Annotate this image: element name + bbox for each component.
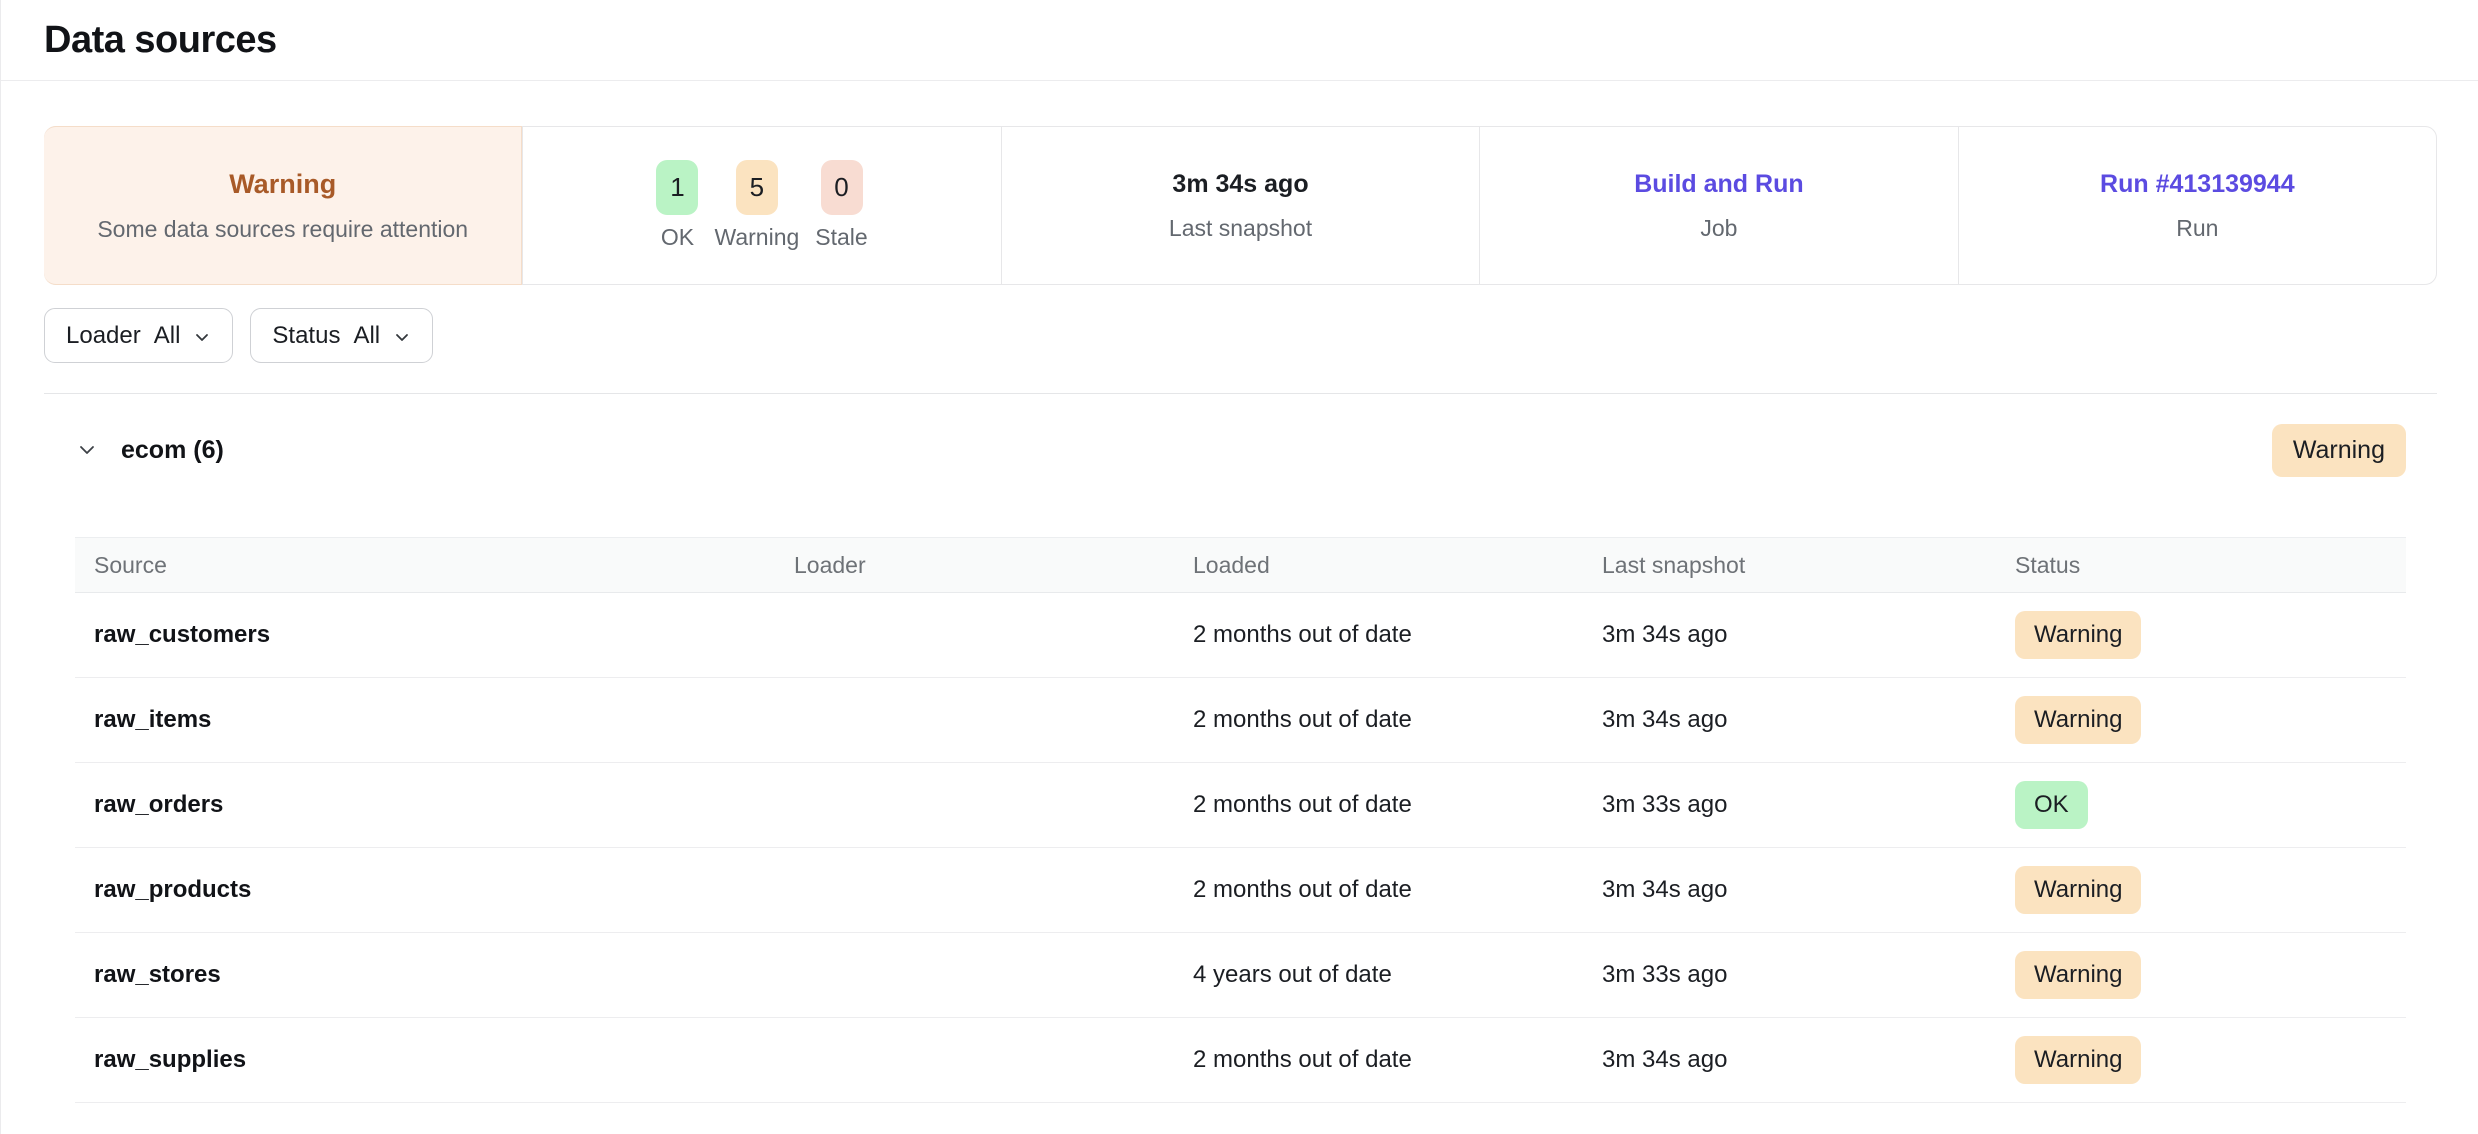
chevron-down-icon [193,328,211,346]
status-counts-card: 1 OK 5 Warning 0 Stale [522,127,1000,284]
overall-status-card: Warning Some data sources require attent… [44,126,522,285]
page-header: Data sources [1,0,2478,81]
last-snapshot-value: 3m 34s ago [1172,170,1308,199]
stale-count-label: Stale [815,224,867,251]
stale-count-pill: 0 [821,160,863,215]
status-badge: OK [2015,781,2088,829]
chevron-down-icon [393,328,411,346]
column-header-status: Status [2015,552,2406,579]
loaded-cell: 4 years out of date [1193,961,1602,989]
filter-bar: Loader All Status All [44,308,2435,363]
table-header: Source Loader Loaded Last snapshot Statu… [75,537,2406,593]
source-name: raw_orders [75,791,794,819]
run-card: Run #413139944 Run [1958,127,2436,284]
run-label: Run [2176,215,2218,242]
column-header-source: Source [75,552,794,579]
loader-filter-dropdown[interactable]: Loader All [44,308,233,363]
source-name: raw_items [75,706,794,734]
status-badge: Warning [2015,951,2141,999]
job-label: Job [1700,215,1737,242]
data-sources-page: Data sources Warning Some data sources r… [0,0,2478,1134]
last-snapshot-cell: 3m 33s ago [1602,791,2015,819]
table-row[interactable]: raw_products 2 months out of date 3m 34s… [75,848,2406,933]
status-badge: Warning [2015,866,2141,914]
overall-status-subtitle: Some data sources require attention [97,216,468,243]
source-name: raw_customers [75,621,794,649]
table-row[interactable]: raw_customers 2 months out of date 3m 34… [75,593,2406,678]
last-snapshot-cell: 3m 34s ago [1602,706,2015,734]
loader-filter-value: All [154,322,181,350]
status-badge: Warning [2015,1036,2141,1084]
count-ok: 1 OK [656,160,698,251]
column-header-loader: Loader [794,552,1193,579]
last-snapshot-cell: 3m 33s ago [1602,961,2015,989]
job-card: Build and Run Job [1479,127,1957,284]
loaded-cell: 2 months out of date [1193,1046,1602,1074]
last-snapshot-card: 3m 34s ago Last snapshot [1001,127,1479,284]
last-snapshot-cell: 3m 34s ago [1602,876,2015,904]
status-filter-dropdown[interactable]: Status All [250,308,433,363]
count-warning: 5 Warning [714,160,799,251]
loaded-cell: 2 months out of date [1193,876,1602,904]
status-badge: Warning [2015,696,2141,744]
loaded-cell: 2 months out of date [1193,791,1602,819]
group-name: ecom (6) [121,436,224,465]
overall-status-title: Warning [229,169,336,200]
table-row[interactable]: raw_orders 2 months out of date 3m 33s a… [75,763,2406,848]
source-name: raw_supplies [75,1046,794,1074]
ok-count-pill: 1 [656,160,698,215]
warning-count-pill: 5 [736,160,778,215]
page-title: Data sources [44,19,277,62]
last-snapshot-cell: 3m 34s ago [1602,621,2015,649]
loaded-cell: 2 months out of date [1193,706,1602,734]
count-stale: 0 Stale [815,160,867,251]
run-link[interactable]: Run #413139944 [2100,170,2295,199]
status-filter-label: Status [272,322,340,350]
status-filter-value: All [353,322,380,350]
warning-count-label: Warning [714,224,799,251]
status-badge: Warning [2015,611,2141,659]
divider [44,393,2437,394]
table-row[interactable]: raw_stores 4 years out of date 3m 33s ag… [75,933,2406,1018]
data-sources-table: Source Loader Loaded Last snapshot Statu… [75,537,2406,1103]
ok-count-label: OK [661,224,694,251]
table-row[interactable]: raw_items 2 months out of date 3m 34s ag… [75,678,2406,763]
summary-cards: Warning Some data sources require attent… [44,126,2437,285]
last-snapshot-cell: 3m 34s ago [1602,1046,2015,1074]
column-header-loaded: Loaded [1193,552,1602,579]
group-ecom: ecom (6) Warning Source Loader Loaded La… [44,422,2437,1103]
column-header-last-snapshot: Last snapshot [1602,552,2015,579]
loader-filter-label: Loader [66,322,141,350]
source-name: raw_products [75,876,794,904]
group-status-badge: Warning [2272,424,2406,477]
last-snapshot-label: Last snapshot [1169,215,1312,242]
chevron-down-icon[interactable] [75,438,121,462]
group-header-ecom[interactable]: ecom (6) Warning [75,422,2406,478]
loaded-cell: 2 months out of date [1193,621,1602,649]
job-link[interactable]: Build and Run [1634,170,1803,199]
source-name: raw_stores [75,961,794,989]
table-row[interactable]: raw_supplies 2 months out of date 3m 34s… [75,1018,2406,1103]
